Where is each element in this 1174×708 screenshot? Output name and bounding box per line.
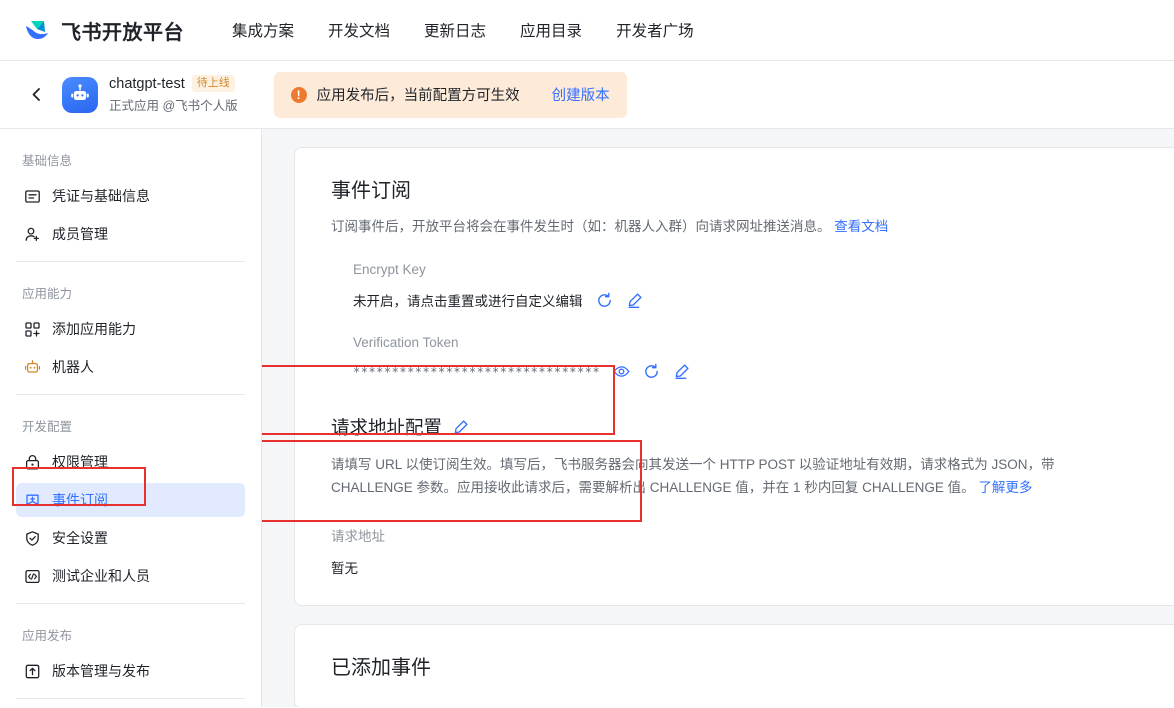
top-navigation-bar: 飞书开放平台 集成方案 开发文档 更新日志 应用目录 开发者广场	[0, 0, 1174, 61]
verification-token-field: Verification Token *********************…	[331, 335, 1138, 380]
nav-link-integration[interactable]: 集成方案	[232, 19, 294, 41]
grid-add-icon	[24, 321, 41, 338]
nav-link-app-directory[interactable]: 应用目录	[520, 19, 582, 41]
sidebar-item-label: 权限管理	[52, 454, 108, 470]
brand[interactable]: 飞书开放平台	[22, 15, 184, 45]
verification-token-label: Verification Token	[353, 335, 459, 350]
alert-text: 应用发布后，当前配置方可生效	[316, 88, 520, 104]
page-description-text: 订阅事件后，开放平台将会在事件发生时（如：机器人入群）向请求网址推送消息。	[331, 219, 831, 234]
page-description: 订阅事件后，开放平台将会在事件发生时（如：机器人入群）向请求网址推送消息。 查看…	[331, 216, 1138, 237]
main-content: 事件订阅 订阅事件后，开放平台将会在事件发生时（如：机器人入群）向请求网址推送消…	[262, 129, 1174, 707]
verification-token-value: ********************************	[353, 364, 601, 379]
encrypt-key-value: 未开启，请点击重置或进行自定义编辑	[353, 294, 583, 309]
sidebar-divider	[16, 698, 245, 699]
sidebar-group-title-publish: 应用发布	[22, 629, 73, 643]
verification-token-refresh-icon[interactable]	[643, 363, 660, 380]
request-url-description: 请填写 URL 以使订阅生效。填写后，飞书服务器会向其发送一个 HTTP POS…	[331, 453, 1101, 499]
app-title-row: chatgpt-test 待上线	[109, 75, 238, 92]
code-brackets-icon	[24, 568, 41, 585]
robot-icon	[24, 359, 41, 376]
user-add-icon	[24, 226, 41, 243]
upload-box-icon	[24, 663, 41, 680]
sidebar-item-label: 成员管理	[52, 226, 108, 242]
sidebar-item-security-settings[interactable]: 安全设置	[16, 521, 245, 555]
nav-link-developer-plaza[interactable]: 开发者广场	[616, 19, 694, 41]
warning-exclamation-icon: !	[290, 86, 307, 103]
request-url-section-header: 请求地址配置	[331, 414, 1138, 440]
request-url-title: 请求地址配置	[331, 417, 443, 438]
sidebar-group-title-capability: 应用能力	[22, 287, 73, 301]
request-address-label: 请求地址	[331, 529, 385, 544]
verification-token-value-row: ********************************	[353, 363, 1138, 380]
event-subscription-card: 事件订阅 订阅事件后，开放平台将会在事件发生时（如：机器人入群）向请求网址推送消…	[294, 147, 1174, 606]
sidebar-item-label: 版本管理与发布	[52, 663, 150, 679]
learn-more-link[interactable]: 了解更多	[978, 480, 1032, 495]
added-events-title: 已添加事件	[331, 657, 431, 679]
app-name: chatgpt-test	[109, 75, 185, 92]
sidebar-item-label: 测试企业和人员	[52, 568, 150, 584]
sidebar-item-permissions[interactable]: 权限管理	[16, 445, 245, 479]
added-events-card: 已添加事件	[294, 624, 1174, 707]
verification-token-eye-icon[interactable]	[613, 363, 630, 380]
robot-avatar-icon[interactable]	[62, 76, 98, 113]
app-subtitle: 正式应用 @飞书个人版	[109, 99, 238, 113]
encrypt-key-field: Encrypt Key 未开启，请点击重置或进行自定义编辑	[331, 262, 1138, 310]
sidebar-item-label: 机器人	[52, 359, 94, 375]
sidebar-item-label: 事件订阅	[52, 492, 108, 508]
page-title: 事件订阅	[331, 180, 411, 202]
sidebar-item-credentials[interactable]: 凭证与基础信息	[16, 179, 245, 213]
create-version-button[interactable]: 创建版本	[552, 84, 610, 105]
event-bookmark-icon	[24, 492, 41, 509]
nav-link-changelog[interactable]: 更新日志	[424, 19, 486, 41]
encrypt-key-edit-icon[interactable]	[626, 292, 643, 309]
request-url-edit-icon[interactable]	[452, 419, 469, 436]
encrypt-key-label: Encrypt Key	[353, 262, 426, 277]
shield-check-icon	[24, 530, 41, 547]
verification-token-edit-icon[interactable]	[673, 363, 690, 380]
sidebar-item-label: 添加应用能力	[52, 321, 136, 337]
request-address-value: 暂无	[331, 561, 358, 576]
sidebar-item-add-capability[interactable]: 添加应用能力	[16, 312, 245, 346]
lock-icon	[24, 454, 41, 471]
body-wrapper: 基础信息 凭证与基础信息 成员管理 应用能力 添加应用能力 机器人 开发配置 权…	[0, 129, 1174, 707]
request-url-description-text: 请填写 URL 以使订阅生效。填写后，飞书服务器会向其发送一个 HTTP POS…	[331, 457, 1055, 495]
sidebar-group-title-basic: 基础信息	[22, 154, 73, 168]
sidebar-item-label: 凭证与基础信息	[52, 188, 150, 204]
nav-links: 集成方案 开发文档 更新日志 应用目录 开发者广场	[232, 19, 694, 41]
view-docs-link[interactable]: 查看文档	[834, 219, 888, 234]
encrypt-key-refresh-icon[interactable]	[596, 292, 613, 309]
chevron-left-icon[interactable]	[22, 81, 50, 109]
sidebar-item-version-publish[interactable]: 版本管理与发布	[16, 654, 245, 688]
encrypt-key-value-row: 未开启，请点击重置或进行自定义编辑	[353, 290, 1138, 310]
sidebar-item-robot[interactable]: 机器人	[16, 350, 245, 384]
sidebar-item-label: 安全设置	[52, 530, 108, 546]
feishu-logo-icon	[22, 15, 52, 45]
sidebar-item-members[interactable]: 成员管理	[16, 217, 245, 251]
sidebar-item-event-subscription[interactable]: 事件订阅	[16, 483, 245, 517]
publish-alert-banner: ! 应用发布后，当前配置方可生效 创建版本	[273, 71, 627, 118]
credential-card-icon	[24, 188, 41, 205]
status-badge: 待上线	[191, 75, 235, 92]
sidebar-group-title-dev-config: 开发配置	[22, 420, 73, 434]
app-header-bar: chatgpt-test 待上线 正式应用 @飞书个人版 ! 应用发布后，当前配…	[0, 61, 1174, 129]
brand-name: 飞书开放平台	[61, 21, 184, 44]
sidebar-item-test-org[interactable]: 测试企业和人员	[16, 559, 245, 593]
sidebar: 基础信息 凭证与基础信息 成员管理 应用能力 添加应用能力 机器人 开发配置 权…	[0, 129, 262, 707]
nav-link-docs[interactable]: 开发文档	[328, 19, 390, 41]
app-meta: chatgpt-test 待上线 正式应用 @飞书个人版	[109, 75, 238, 114]
